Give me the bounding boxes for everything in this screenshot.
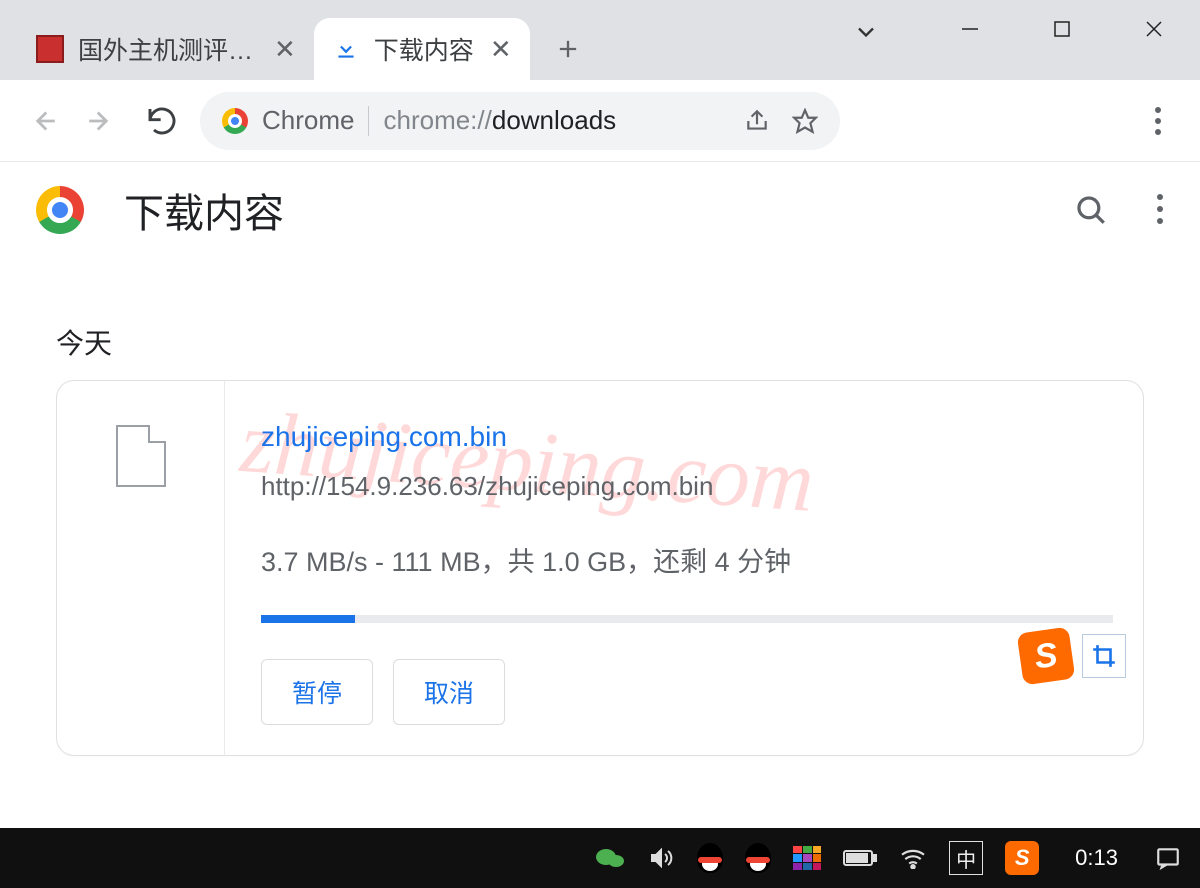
file-icon-area bbox=[57, 381, 225, 755]
downloads-page: 下载内容 zhujiceping.com 今天 zhujiceping.com.… bbox=[0, 162, 1200, 828]
page-header: 下载内容 bbox=[0, 162, 1200, 258]
title-bar: 国外主机测评 - 国 ✕ 下载内容 ✕ bbox=[0, 0, 1200, 80]
tray-wifi-icon[interactable] bbox=[899, 847, 927, 869]
site-favicon-icon bbox=[36, 35, 64, 63]
forward-button[interactable] bbox=[80, 99, 124, 143]
tray-wechat-icon[interactable] bbox=[595, 845, 625, 871]
page-menu-button[interactable] bbox=[1156, 193, 1164, 227]
browser-tab-inactive[interactable]: 国外主机测评 - 国 ✕ bbox=[18, 18, 314, 80]
window-close-button[interactable] bbox=[1108, 0, 1200, 58]
tray-notifications-icon[interactable] bbox=[1154, 845, 1182, 871]
tray-ime-indicator[interactable]: 中 bbox=[949, 841, 983, 875]
cancel-button[interactable]: 取消 bbox=[393, 659, 505, 725]
window-maximize-button[interactable] bbox=[1016, 0, 1108, 58]
section-today-label: 今天 bbox=[56, 322, 1200, 362]
crop-icon[interactable] bbox=[1082, 634, 1126, 678]
tray-battery-icon[interactable] bbox=[843, 848, 877, 868]
tray-sogou-icon[interactable]: S bbox=[1005, 841, 1039, 875]
bookmark-star-icon[interactable] bbox=[792, 108, 818, 134]
tray-app-icon[interactable] bbox=[793, 846, 821, 870]
share-icon[interactable] bbox=[744, 108, 770, 134]
omnibox-prefix: Chrome bbox=[262, 105, 354, 136]
divider bbox=[368, 106, 369, 136]
tray-qq-icon[interactable] bbox=[697, 843, 723, 873]
page-title: 下载内容 bbox=[124, 181, 284, 239]
tray-qq-icon[interactable] bbox=[745, 843, 771, 873]
omnibox[interactable]: Chrome chrome://downloads bbox=[200, 92, 840, 150]
browser-menu-button[interactable] bbox=[1136, 99, 1180, 143]
download-filename[interactable]: zhujiceping.com.bin bbox=[261, 421, 1113, 453]
search-icon[interactable] bbox=[1074, 193, 1108, 227]
chevron-down-icon[interactable] bbox=[852, 18, 880, 46]
download-favicon-icon bbox=[332, 35, 360, 63]
file-icon bbox=[116, 425, 166, 487]
browser-tab-active[interactable]: 下载内容 ✕ bbox=[314, 18, 530, 80]
back-button[interactable] bbox=[20, 99, 64, 143]
chrome-logo-icon bbox=[222, 108, 248, 134]
chrome-logo-icon bbox=[36, 186, 84, 234]
pause-button[interactable]: 暂停 bbox=[261, 659, 373, 725]
reload-button[interactable] bbox=[140, 99, 184, 143]
new-tab-button[interactable] bbox=[542, 23, 594, 75]
progress-bar bbox=[261, 615, 1113, 623]
floating-ime-icons: S bbox=[1020, 630, 1126, 682]
download-progress-text: 3.7 MB/s - 111 MB，共 1.0 GB，还剩 4 分钟 bbox=[261, 540, 1113, 579]
close-tab-icon[interactable]: ✕ bbox=[274, 34, 296, 65]
tray-volume-icon[interactable] bbox=[647, 846, 675, 870]
windows-taskbar[interactable]: 中 S 0:13 bbox=[0, 828, 1200, 888]
taskbar-clock[interactable]: 0:13 bbox=[1075, 845, 1118, 871]
download-source-url: http://154.9.236.63/zhujiceping.com.bin bbox=[261, 471, 1113, 502]
omnibox-url: chrome://downloads bbox=[383, 105, 616, 136]
window-minimize-button[interactable] bbox=[924, 0, 1016, 58]
download-card: zhujiceping.com.bin http://154.9.236.63/… bbox=[56, 380, 1144, 756]
tab-label: 国外主机测评 - 国 bbox=[78, 31, 258, 67]
address-bar: Chrome chrome://downloads bbox=[0, 80, 1200, 162]
progress-fill bbox=[261, 615, 355, 623]
tab-label: 下载内容 bbox=[374, 31, 474, 67]
sogou-input-icon[interactable]: S bbox=[1017, 627, 1076, 686]
close-tab-icon[interactable]: ✕ bbox=[490, 34, 512, 65]
